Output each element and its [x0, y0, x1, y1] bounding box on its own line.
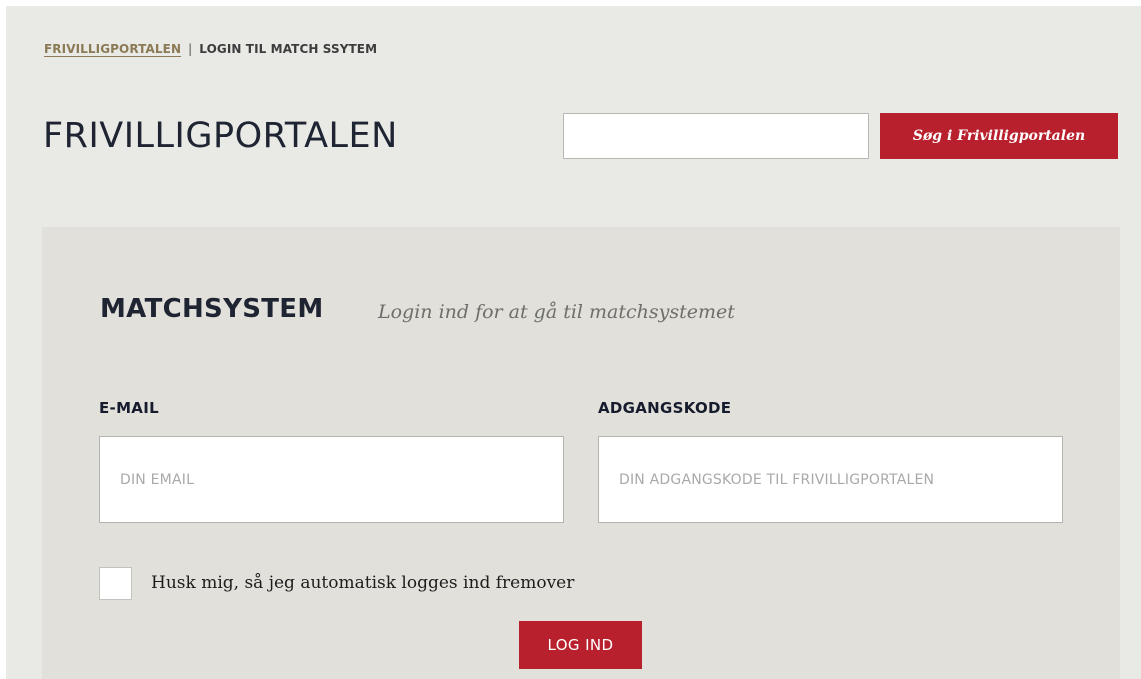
login-panel: MATCHSYSTEM Login ind for at gå til matc…	[42, 227, 1120, 679]
panel-title: MATCHSYSTEM	[100, 294, 324, 324]
page: FRIVILLIGPORTALEN | LOGIN TIL MATCH SSYT…	[6, 6, 1141, 679]
breadcrumb-current: LOGIN TIL MATCH SSYTEM	[199, 42, 378, 56]
panel-subtitle: Login ind for at gå til matchsystemet	[378, 301, 735, 323]
breadcrumb: FRIVILLIGPORTALEN | LOGIN TIL MATCH SSYT…	[44, 42, 377, 56]
remember-me-label: Husk mig, så jeg automatisk logges ind f…	[151, 573, 575, 593]
remember-me-checkbox[interactable]	[99, 567, 132, 600]
email-field[interactable]	[99, 436, 564, 523]
login-button[interactable]: LOG IND	[519, 621, 642, 669]
email-label: E-MAIL	[99, 399, 159, 417]
password-label: ADGANGSKODE	[598, 399, 732, 417]
password-field[interactable]	[598, 436, 1063, 523]
search-input[interactable]	[563, 113, 869, 159]
site-title: FRIVILLIGPORTALEN	[43, 116, 398, 156]
search-button[interactable]: Søg i Frivilligportalen	[880, 113, 1118, 159]
breadcrumb-separator: |	[188, 42, 193, 56]
breadcrumb-home-link[interactable]: FRIVILLIGPORTALEN	[44, 42, 181, 56]
